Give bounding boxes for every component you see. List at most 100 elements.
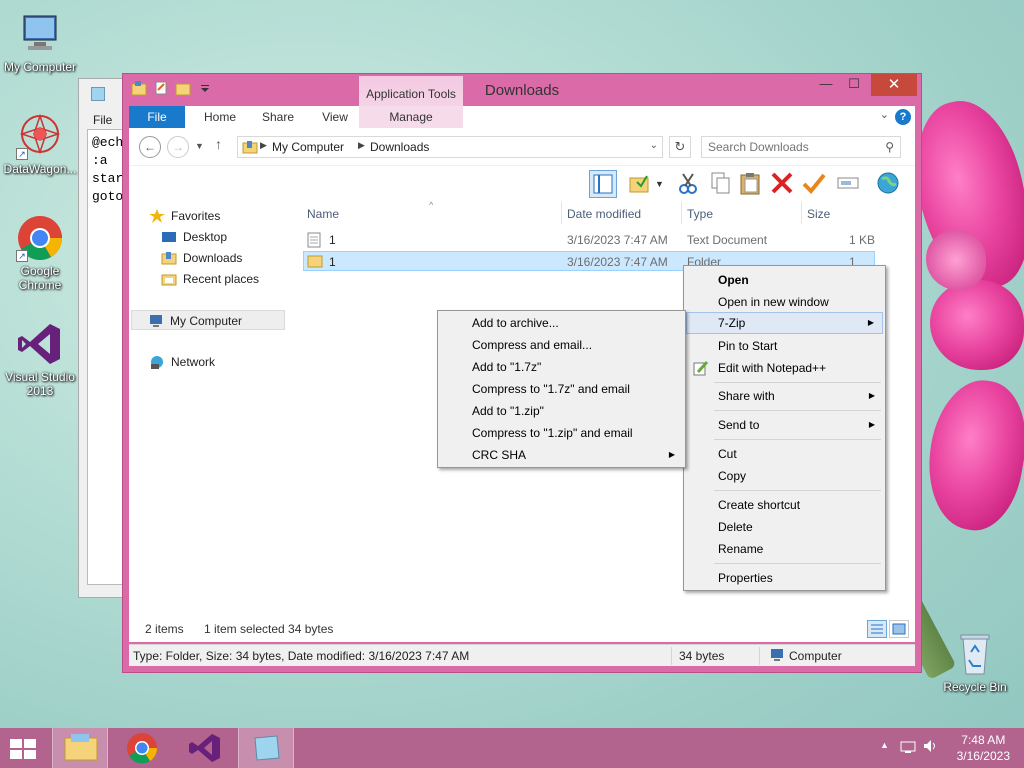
- menu-item-rename[interactable]: Rename: [686, 538, 883, 560]
- notepad-menu-file[interactable]: File: [93, 113, 112, 127]
- tab-share[interactable]: Share: [251, 106, 305, 128]
- notepadpp-icon: [692, 360, 709, 383]
- help-icon[interactable]: ?: [895, 109, 911, 125]
- taskbar-visual-studio[interactable]: [176, 728, 232, 768]
- maximize-button[interactable]: ☐: [841, 74, 867, 96]
- large-icons-view-button[interactable]: [889, 620, 909, 638]
- recycle-bin-icon: [951, 630, 999, 678]
- visual-studio-icon: [16, 320, 64, 368]
- menu-item-create-shortcut[interactable]: Create shortcut: [686, 494, 883, 516]
- recent-locations-icon[interactable]: ▼: [195, 141, 204, 151]
- tab-manage[interactable]: Manage: [359, 106, 463, 128]
- nav-item-my-computer[interactable]: My Computer: [131, 310, 285, 330]
- start-button[interactable]: [8, 738, 38, 760]
- tab-file[interactable]: File: [129, 106, 185, 128]
- volume-icon[interactable]: [922, 738, 938, 757]
- menu-item-open-new-window[interactable]: Open in new window: [686, 291, 883, 313]
- desktop-icon-recycle-bin[interactable]: Recycle Bin: [935, 630, 1015, 694]
- menu-item-pin-to-start[interactable]: Pin to Start: [686, 335, 883, 357]
- desktop-icon-visual-studio[interactable]: Visual Studio 2013: [0, 320, 80, 398]
- nav-label: Desktop: [183, 230, 228, 244]
- refresh-button[interactable]: ↻: [669, 136, 691, 158]
- desktop-icon-my-computer[interactable]: My Computer: [0, 10, 80, 74]
- tab-home[interactable]: Home: [195, 106, 245, 128]
- nav-item-downloads[interactable]: Downloads: [161, 248, 242, 268]
- column-header-type[interactable]: Type: [687, 204, 713, 224]
- search-icon[interactable]: ⚲: [885, 140, 894, 154]
- menu-item-compress-and-email[interactable]: Compress and email...: [440, 334, 683, 356]
- folder-options-icon[interactable]: [627, 170, 655, 198]
- forward-button[interactable]: →: [167, 136, 189, 158]
- menu-item-edit-notepadpp[interactable]: Edit with Notepad++: [686, 357, 883, 379]
- menu-item-compress-7z-email[interactable]: Compress to "1.7z" and email: [440, 378, 683, 400]
- copy-icon[interactable]: [707, 170, 735, 198]
- nav-favorites[interactable]: Favorites: [149, 206, 220, 226]
- column-header-name[interactable]: Name: [307, 204, 339, 224]
- breadcrumb-separator-icon[interactable]: ▶: [358, 140, 365, 151]
- paste-icon[interactable]: [737, 170, 765, 198]
- computer-icon: [148, 314, 164, 328]
- address-bar[interactable]: ▶ My Computer ▶ Downloads ⌄: [237, 136, 663, 158]
- close-button[interactable]: ✕: [871, 74, 917, 96]
- search-input[interactable]: [708, 140, 868, 154]
- downloads-folder-icon: [161, 251, 177, 265]
- menu-item-add-to-zip[interactable]: Add to "1.zip": [440, 400, 683, 422]
- chevron-down-icon[interactable]: ▼: [655, 170, 669, 198]
- selection-info: 1 item selected 34 bytes: [204, 622, 334, 636]
- column-header-size[interactable]: Size: [807, 204, 830, 224]
- menu-label: Edit with Notepad++: [718, 361, 827, 375]
- menu-item-copy[interactable]: Copy: [686, 465, 883, 487]
- file-type: Text Document: [687, 233, 768, 247]
- column-header-date[interactable]: Date modified: [567, 204, 641, 224]
- folder-icon: [307, 253, 323, 275]
- desktop-icon-chrome[interactable]: ↗ Google Chrome: [0, 214, 80, 292]
- preview-pane-button[interactable]: [589, 170, 617, 198]
- title-bar[interactable]: Application Tools Downloads — ☐ ✕: [123, 74, 921, 126]
- rename-icon[interactable]: [835, 170, 863, 198]
- back-button[interactable]: ←: [139, 136, 161, 158]
- system-tray: ▲ 7:48 AM 3/16/2023: [864, 728, 1024, 768]
- menu-item-crc-sha[interactable]: CRC SHA ▶: [440, 444, 683, 466]
- chevron-down-icon[interactable]: ⌄: [880, 108, 889, 121]
- file-size: 1 KB: [849, 233, 876, 247]
- menu-item-send-to[interactable]: Send to ▶: [686, 414, 883, 436]
- menu-item-delete[interactable]: Delete: [686, 516, 883, 538]
- menu-item-properties[interactable]: Properties: [686, 567, 883, 589]
- nav-item-network[interactable]: Network: [149, 352, 215, 372]
- checkmark-icon[interactable]: [801, 170, 829, 198]
- menu-item-cut[interactable]: Cut: [686, 443, 883, 465]
- breadcrumb-downloads[interactable]: Downloads: [370, 140, 429, 154]
- taskbar-chrome[interactable]: [114, 728, 170, 768]
- minimize-button[interactable]: —: [813, 74, 839, 96]
- search-box[interactable]: ⚲: [701, 136, 901, 158]
- item-count: 2 items: [145, 622, 184, 636]
- taskbar-notepad[interactable]: [238, 728, 294, 768]
- menu-item-share-with[interactable]: Share with ▶: [686, 385, 883, 407]
- desktop-icon-label: My Computer: [3, 60, 77, 74]
- cut-icon[interactable]: [675, 170, 703, 198]
- chevron-down-icon[interactable]: ⌄: [650, 140, 658, 151]
- clock[interactable]: 7:48 AM 3/16/2023: [957, 732, 1010, 764]
- desktop-icon-datawagon[interactable]: ↗ DataWagon...: [0, 112, 80, 176]
- menu-item-add-to-archive[interactable]: Add to archive...: [440, 312, 683, 334]
- menu-item-add-to-7z[interactable]: Add to "1.7z": [440, 356, 683, 378]
- breadcrumb-my-computer[interactable]: My Computer: [272, 140, 344, 154]
- menu-item-compress-zip-email[interactable]: Compress to "1.zip" and email: [440, 422, 683, 444]
- breadcrumb-separator-icon[interactable]: ▶: [260, 140, 267, 151]
- 7zip-submenu: Add to archive... Compress and email... …: [437, 310, 686, 468]
- globe-icon[interactable]: [875, 170, 903, 198]
- up-button[interactable]: ↑: [215, 136, 222, 152]
- show-hidden-icons-icon[interactable]: ▲: [880, 740, 889, 750]
- menu-item-open[interactable]: Open: [686, 269, 883, 291]
- file-row[interactable]: 1 3/16/2023 7:47 AM Text Document 1 KB: [303, 230, 875, 250]
- tab-view[interactable]: View: [309, 106, 361, 128]
- nav-item-desktop[interactable]: Desktop: [161, 227, 227, 247]
- network-icon: [149, 355, 165, 369]
- network-status-icon[interactable]: [900, 738, 916, 757]
- menu-item-7zip[interactable]: 7-Zip ▶: [686, 312, 883, 334]
- delete-icon[interactable]: [769, 170, 797, 198]
- details-view-button[interactable]: [867, 620, 887, 638]
- nav-item-recent-places[interactable]: Recent places: [161, 269, 259, 289]
- menu-label: 7-Zip: [718, 316, 746, 330]
- taskbar-file-explorer[interactable]: [52, 728, 108, 768]
